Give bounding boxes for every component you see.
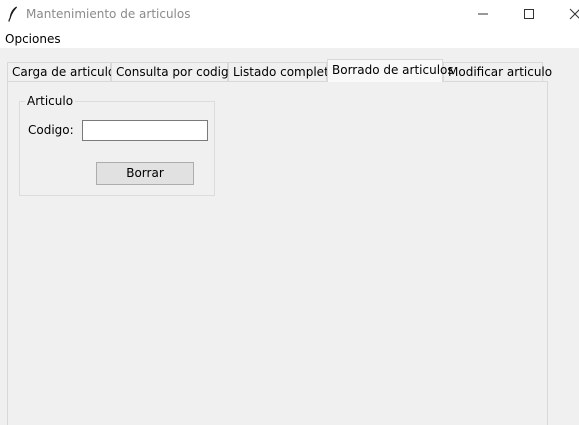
tab-consulta-por-codigo[interactable]: Consulta por codigo <box>111 62 236 81</box>
frame-title: Articulo <box>25 94 76 108</box>
tab-panel-borrado: Articulo Codigo: Borrar <box>7 81 548 425</box>
minimize-button[interactable] <box>460 0 506 29</box>
window-title: Mantenimiento de articulos <box>26 7 191 21</box>
minimize-icon <box>478 13 488 15</box>
maximize-icon <box>524 9 534 19</box>
client-area: Carga de articulos Consulta por codigo L… <box>0 48 579 425</box>
articulo-frame: Articulo Codigo: Borrar <box>19 94 215 196</box>
maximize-button[interactable] <box>506 0 552 29</box>
codigo-input[interactable] <box>82 120 208 141</box>
tab-listado-completo[interactable]: Listado completo <box>228 62 336 81</box>
borrar-button[interactable]: Borrar <box>96 162 194 185</box>
close-icon <box>569 8 579 20</box>
title-bar[interactable]: Mantenimiento de articulos <box>0 0 579 29</box>
codigo-label: Codigo: <box>28 123 74 137</box>
tab-borrado-de-articulos[interactable]: Borrado de articulos <box>327 59 454 82</box>
app-window: Mantenimiento de articulos Opciones Carg… <box>0 0 579 425</box>
menu-opciones[interactable]: Opciones <box>5 32 61 46</box>
feather-icon <box>8 6 18 22</box>
close-button[interactable] <box>552 0 579 29</box>
tab-carga-de-articulos[interactable]: Carga de articulos <box>7 62 122 81</box>
tab-modificar-articulo[interactable]: Modificar articulo <box>443 62 552 81</box>
menu-bar: Opciones <box>0 29 579 48</box>
